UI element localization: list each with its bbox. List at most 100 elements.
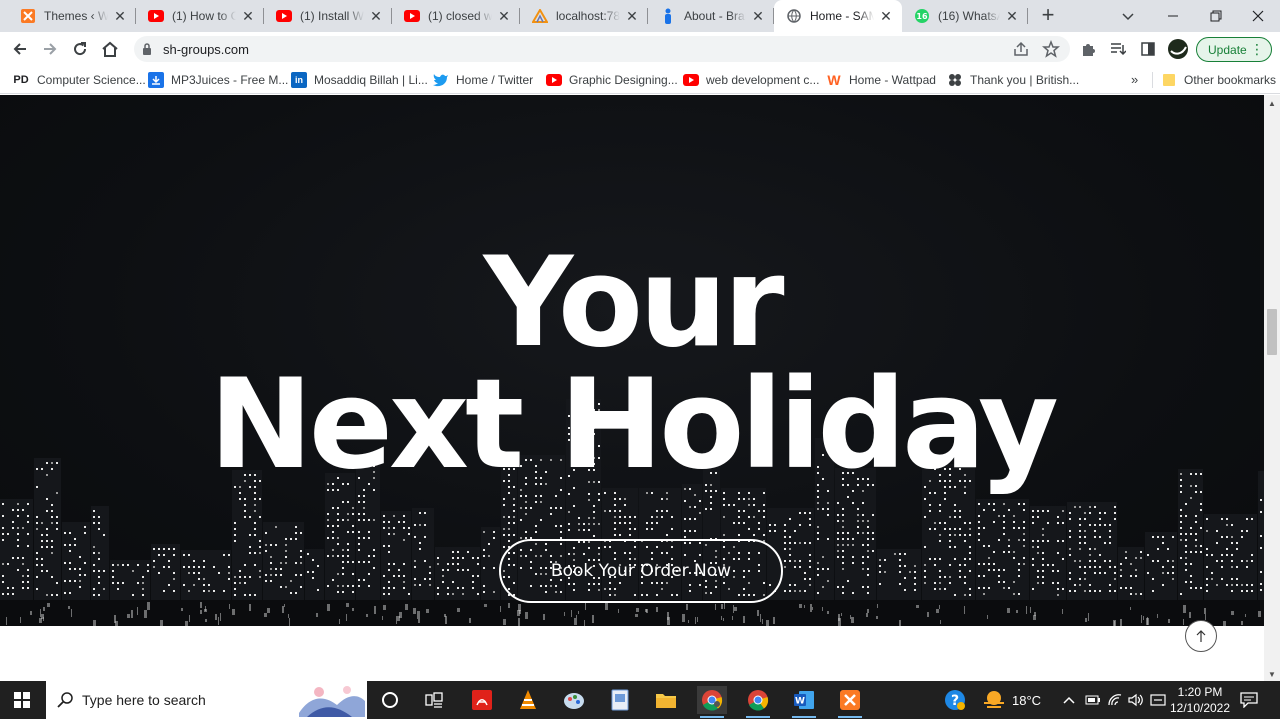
tab-whatsapp[interactable]: 16 (16) WhatsApp ✕ [902,0,1028,32]
chrome-icon[interactable] [743,686,773,718]
tab-youtube-1[interactable]: (1) How to Create ✕ [136,0,264,32]
wifi-icon[interactable] [1107,681,1123,719]
acrobat-icon[interactable] [467,686,497,714]
svg-text:16: 16 [916,12,928,21]
bookmark-item[interactable]: Home / Twitter [433,71,533,89]
home-button[interactable] [98,37,122,61]
battery-icon[interactable] [1085,681,1101,719]
youtube-icon [683,72,699,88]
wattpad-icon: W [827,72,841,88]
share-icon[interactable] [1012,40,1030,63]
close-window-button[interactable] [1236,0,1280,32]
hero-section: Your Next Holiday Book Your Order Now [0,95,1264,626]
xampp-taskbar-icon[interactable] [835,686,865,718]
phpmyadmin-icon [532,8,548,24]
close-icon[interactable]: ✕ [1004,8,1020,24]
address-bar[interactable]: sh-groups.com [134,36,1070,62]
pd-icon: PD [13,74,29,86]
tab-search-chevron-icon[interactable] [1118,6,1138,26]
book-order-button[interactable]: Book Your Order Now [499,539,783,603]
tab-strip: Themes ‹ Wordpress ✕ (1) How to Create ✕… [0,0,1280,32]
globe-icon [786,8,802,24]
scroll-to-top-button[interactable] [1185,620,1217,652]
windows-start-button[interactable] [0,681,44,719]
twitter-icon [433,72,449,88]
reload-button[interactable] [68,37,92,61]
update-button[interactable]: Update ⋮ [1196,37,1272,62]
restore-button[interactable] [1194,0,1238,32]
minimize-button[interactable] [1151,0,1195,32]
scroll-down-arrow-icon[interactable]: ▼ [1268,670,1276,679]
close-icon[interactable]: ✕ [878,8,894,24]
close-icon[interactable]: ✕ [240,8,256,24]
cortana-icon[interactable] [375,686,405,714]
close-icon[interactable]: ✕ [496,8,512,24]
profile-avatar[interactable] [1166,37,1190,61]
extensions-icon[interactable] [1076,37,1100,61]
browser-toolbar: sh-groups.com Update ⋮ [0,32,1280,66]
tab-youtube-3[interactable]: (1) closed website ✕ [392,0,520,32]
close-icon[interactable]: ✕ [624,8,640,24]
task-view-icon[interactable] [419,686,449,714]
kebab-menu-icon[interactable]: ⋮ [1250,41,1264,58]
tab-home-active[interactable]: Home - SAM Groups ✕ [774,0,902,32]
more-bookmarks-chevron-icon[interactable]: » [1131,72,1138,87]
arrow-up-icon [1196,630,1206,642]
image-viewer-icon[interactable] [605,686,635,714]
tab-youtube-2[interactable]: (1) Install WordPress ✕ [264,0,392,32]
chrome-taskbar-icon-active[interactable] [697,686,727,718]
bookmark-item[interactable]: Thank you | British... [947,71,1079,89]
page-viewport: Your Next Holiday Book Your Order Now ▲ … [0,95,1280,681]
bookmarks-bar: PD Computer Science... MP3Juices - Free … [0,66,1280,94]
windows-taskbar: Type here to search W ? 18°C 1:20 PM 12/… [0,681,1280,719]
lock-icon[interactable] [142,42,152,60]
back-button[interactable] [8,37,32,61]
chevron-up-icon[interactable] [1062,681,1076,719]
scrollbar-thumb[interactable] [1267,309,1277,355]
svg-text:W: W [795,697,805,707]
bookmark-item[interactable]: web development c... [683,71,819,89]
tab-about[interactable]: About - Brand ✕ [648,0,774,32]
hero-title-line-1: Your [483,231,784,375]
youtube-icon [148,8,164,24]
paint-app-icon[interactable] [559,686,589,714]
figure-icon [660,8,676,24]
reading-list-icon[interactable] [1106,37,1130,61]
xampp-icon [20,8,36,24]
word-icon[interactable]: W [789,686,819,718]
windows-logo-icon [14,692,30,708]
volume-icon[interactable] [1128,681,1144,719]
forward-button[interactable] [38,37,62,61]
vlc-icon[interactable] [513,686,543,714]
hero-title-line-2: Next Holiday [209,353,1059,497]
bookmark-item[interactable]: PD Computer Science... [12,71,145,89]
new-tab-button[interactable]: + [1036,4,1060,28]
notifications-icon[interactable] [1240,681,1258,719]
url-text[interactable]: sh-groups.com [163,42,249,57]
bookmark-star-icon[interactable] [1042,39,1060,63]
bookmark-item[interactable]: MP3Juices - Free M... [148,71,288,89]
folder-icon [1161,72,1177,88]
close-icon[interactable]: ✕ [750,8,766,24]
whatsapp-icon: 16 [914,8,930,24]
help-icon[interactable]: ? [944,681,966,719]
weather-icon [984,691,1004,708]
other-bookmarks[interactable]: Other bookmarks [1161,71,1276,89]
file-explorer-icon[interactable] [651,686,681,714]
weather-widget[interactable]: 18°C [982,681,1041,719]
tab-localhost[interactable]: localhost:7882 ✕ [520,0,648,32]
download-icon [148,72,164,88]
bookmark-item[interactable]: W Home - Wattpad [826,71,936,89]
close-icon[interactable]: ✕ [368,8,384,24]
youtube-icon [276,8,292,24]
taskbar-search-box[interactable]: Type here to search [46,681,367,719]
close-icon[interactable]: ✕ [112,8,128,24]
clover-icon [947,72,963,88]
bookmark-item[interactable]: in Mosaddiq Billah | Li... [291,71,428,89]
page-scrollbar[interactable]: ▲ ▼ [1264,95,1280,681]
system-clock[interactable]: 1:20 PM 12/10/2022 [1162,684,1238,716]
bookmark-item[interactable]: Graphic Designing... [546,71,678,89]
tab-themes[interactable]: Themes ‹ Wordpress ✕ [8,0,136,32]
side-panel-icon[interactable] [1136,37,1160,61]
scroll-up-arrow-icon[interactable]: ▲ [1268,99,1276,108]
